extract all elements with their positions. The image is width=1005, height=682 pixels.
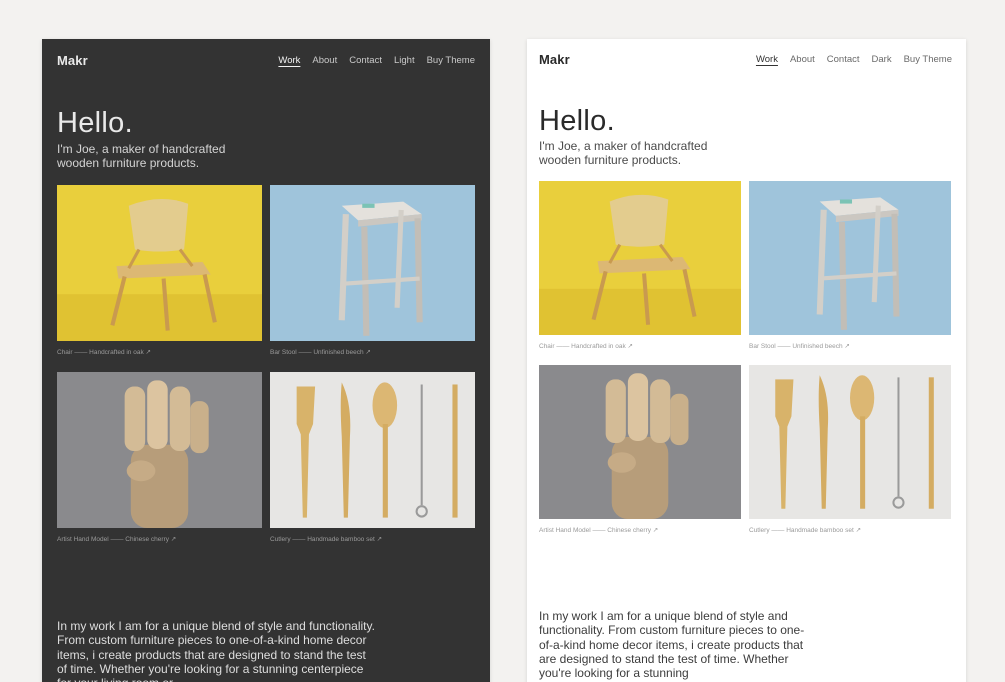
hero-title: Hello. [539, 105, 615, 137]
work-grid: Chair —— Handcrafted in oak ↗ Bar Stool … [539, 181, 951, 549]
hand-image[interactable] [57, 372, 262, 528]
nav-buy-theme[interactable]: Buy Theme [427, 55, 475, 66]
cutlery-image[interactable] [749, 365, 951, 519]
work-card-stool: Bar Stool —— Unfinished beech ↗ [270, 185, 475, 372]
logo[interactable]: Makr [57, 53, 88, 68]
nav-menu: Work About Contact Light Buy Theme [266, 55, 475, 66]
chair-illustration [539, 181, 741, 335]
stool-caption[interactable]: Bar Stool —— Unfinished beech ↗ [270, 348, 475, 356]
hand-illustration [57, 372, 262, 528]
work-card-hand: Artist Hand Model —— Chinese cherry ↗ [57, 372, 262, 559]
nav-menu: Work About Contact Dark Buy Theme [744, 54, 952, 65]
chair-caption[interactable]: Chair —— Handcrafted in oak ↗ [57, 348, 262, 356]
nav-work[interactable]: Work [278, 55, 300, 66]
chair-image[interactable] [57, 185, 262, 341]
nav-contact[interactable]: Contact [827, 54, 860, 65]
work-card-hand: Artist Hand Model —— Chinese cherry ↗ [539, 365, 741, 549]
nav-buy-theme[interactable]: Buy Theme [904, 54, 952, 65]
cutlery-caption[interactable]: Cutlery —— Handmade bamboo set ↗ [749, 526, 951, 534]
work-card-chair: Chair —— Handcrafted in oak ↗ [539, 181, 741, 365]
cutlery-illustration [749, 365, 951, 519]
stool-illustration [270, 185, 475, 341]
stool-caption[interactable]: Bar Stool —— Unfinished beech ↗ [749, 342, 951, 350]
hand-caption[interactable]: Artist Hand Model —— Chinese cherry ↗ [57, 535, 262, 543]
work-card-stool: Bar Stool —— Unfinished beech ↗ [749, 181, 951, 365]
intro-paragraph: In my work I am for a unique blend of st… [57, 619, 375, 682]
stool-illustration [749, 181, 951, 335]
cutlery-illustration [270, 372, 475, 528]
hand-image[interactable] [539, 365, 741, 519]
top-nav: Makr Work About Contact Dark Buy Theme [527, 50, 966, 68]
work-card-chair: Chair —— Handcrafted in oak ↗ [57, 185, 262, 372]
nav-contact[interactable]: Contact [349, 55, 382, 66]
work-grid: Chair —— Handcrafted in oak ↗ Bar Stool … [57, 185, 475, 559]
cutlery-caption[interactable]: Cutlery —— Handmade bamboo set ↗ [270, 535, 475, 543]
nav-theme-toggle[interactable]: Dark [872, 54, 892, 65]
stool-image[interactable] [270, 185, 475, 341]
work-card-cutlery: Cutlery —— Handmade bamboo set ↗ [749, 365, 951, 549]
stool-image[interactable] [749, 181, 951, 335]
dark-theme-preview: Makr Work About Contact Light Buy Theme … [42, 39, 490, 682]
intro-paragraph: In my work I am for a unique blend of st… [539, 609, 805, 681]
top-nav: Makr Work About Contact Light Buy Theme [42, 51, 490, 69]
chair-illustration [57, 185, 262, 341]
nav-about[interactable]: About [312, 55, 337, 66]
light-theme-preview: Makr Work About Contact Dark Buy Theme H… [527, 39, 966, 682]
hand-illustration [539, 365, 741, 519]
hand-caption[interactable]: Artist Hand Model —— Chinese cherry ↗ [539, 526, 741, 534]
hero-title: Hello. [57, 107, 133, 139]
hero-subtitle: I'm Joe, a maker of handcrafted wooden f… [539, 139, 708, 167]
chair-caption[interactable]: Chair —— Handcrafted in oak ↗ [539, 342, 741, 350]
nav-work[interactable]: Work [756, 54, 778, 65]
nav-about[interactable]: About [790, 54, 815, 65]
hero-subtitle: I'm Joe, a maker of handcrafted wooden f… [57, 142, 226, 170]
work-card-cutlery: Cutlery —— Handmade bamboo set ↗ [270, 372, 475, 559]
logo[interactable]: Makr [539, 52, 570, 67]
chair-image[interactable] [539, 181, 741, 335]
cutlery-image[interactable] [270, 372, 475, 528]
nav-theme-toggle[interactable]: Light [394, 55, 415, 66]
